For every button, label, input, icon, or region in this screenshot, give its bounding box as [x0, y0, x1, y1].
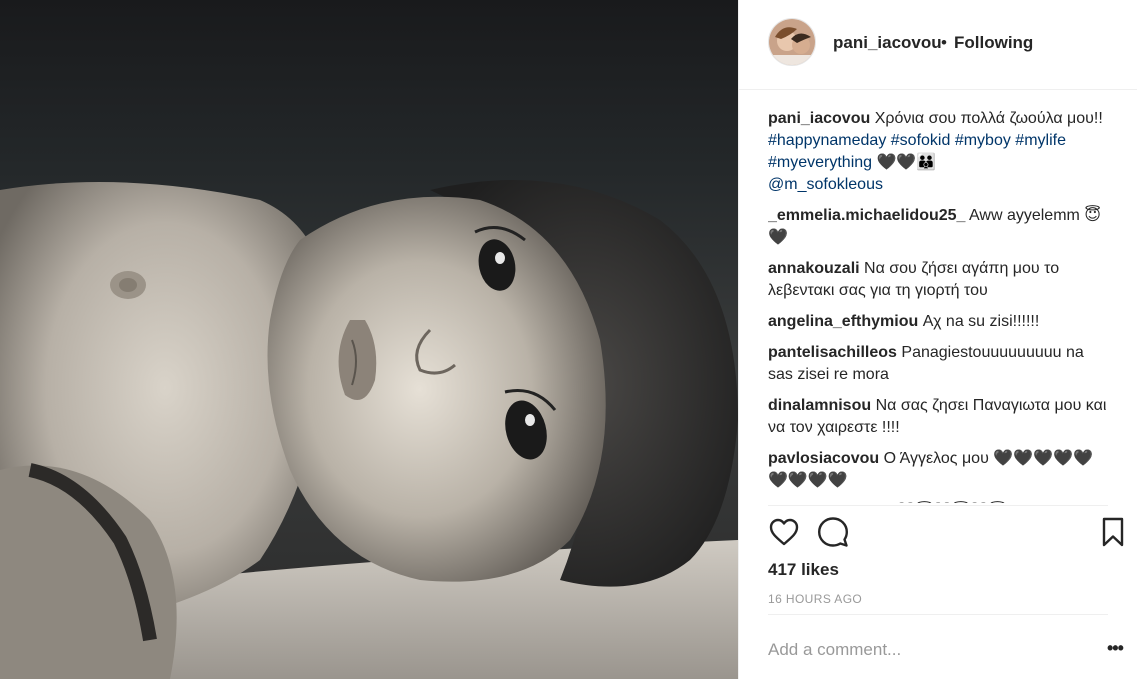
- baby-photo-illustration: [0, 0, 738, 679]
- post-details-panel: pani_iacovou • Following pani_iacovou Χρ…: [738, 0, 1137, 679]
- more-options-button[interactable]: •••: [1107, 638, 1124, 659]
- caption: pani_iacovou Χρόνια σου πολλά ζωούλα μου…: [768, 108, 1108, 196]
- like-button[interactable]: [768, 516, 802, 550]
- comment-username[interactable]: dinalamnisou: [768, 397, 871, 414]
- list-item: pavlosiacovou Ο Άγγελος μου 🖤🖤🖤🖤🖤🖤🖤🖤🖤: [768, 448, 1108, 492]
- mention[interactable]: @m_sofokleous: [768, 176, 883, 193]
- comment-username[interactable]: pantelisachilleos: [768, 344, 897, 361]
- author-username[interactable]: pani_iacovou: [833, 33, 942, 53]
- list-item: chris14antoniou 🖤😇🖤😇🖤😇!!!: [768, 501, 1108, 503]
- heart-icon: [769, 518, 799, 546]
- bookmark-icon: [1102, 517, 1124, 547]
- post-header: pani_iacovou • Following: [739, 0, 1137, 90]
- list-item: dinalamnisou Να σας ζησει Παναγιωτα μου …: [768, 395, 1108, 439]
- list-item: angelina_efthymiou Αχ na su zisi!!!!!!: [768, 311, 1108, 333]
- hashtag[interactable]: #happynameday: [768, 132, 886, 149]
- comment-text: Αχ na su zisi!!!!!!: [922, 313, 1040, 330]
- hashtag[interactable]: #sofokid: [891, 132, 951, 149]
- post-photo[interactable]: [0, 0, 738, 679]
- list-item: pantelisachilleos Panagiestouuuuuuuuu na…: [768, 342, 1108, 386]
- comment-username[interactable]: _emmelia.michaelidou25_: [768, 207, 965, 224]
- post-timestamp[interactable]: 16 HOURS AGO: [768, 592, 862, 606]
- hashtag[interactable]: #mylife: [1015, 132, 1066, 149]
- comment-text: Χρόνια σου πολλά ζωούλα μου!!: [874, 110, 1103, 127]
- divider: [768, 505, 1108, 506]
- list-item: _emmelia.michaelidou25_ Aww ayyelemm 😇🖤: [768, 205, 1108, 249]
- divider: [768, 614, 1108, 615]
- instagram-post-modal: pani_iacovou • Following pani_iacovou Χρ…: [0, 0, 1137, 679]
- list-item: annakouzali Να σου ζήσει αγάπη μου το λε…: [768, 258, 1108, 302]
- likes-count[interactable]: 417 likes: [768, 560, 839, 580]
- author-avatar[interactable]: [768, 18, 816, 66]
- following-button[interactable]: Following: [954, 33, 1033, 53]
- comment-username[interactable]: annakouzali: [768, 260, 860, 277]
- action-bar: [768, 516, 1128, 550]
- comment-username[interactable]: pavlosiacovou: [768, 450, 879, 467]
- comment-bubble-icon: [818, 517, 848, 547]
- comment-username[interactable]: angelina_efthymiou: [768, 313, 918, 330]
- save-button[interactable]: [1097, 516, 1131, 550]
- header-separator: •: [941, 33, 947, 52]
- add-comment-input[interactable]: [768, 638, 1068, 662]
- comment-username[interactable]: pani_iacovou: [768, 110, 870, 127]
- comment-button[interactable]: [817, 516, 851, 550]
- hashtag[interactable]: #myeverything: [768, 154, 872, 171]
- avatar-image: [769, 19, 815, 65]
- hashtag[interactable]: #myboy: [955, 132, 1011, 149]
- caption-emoji: 🖤🖤👪: [876, 154, 937, 171]
- comments-list[interactable]: pani_iacovou Χρόνια σου πολλά ζωούλα μου…: [768, 108, 1108, 503]
